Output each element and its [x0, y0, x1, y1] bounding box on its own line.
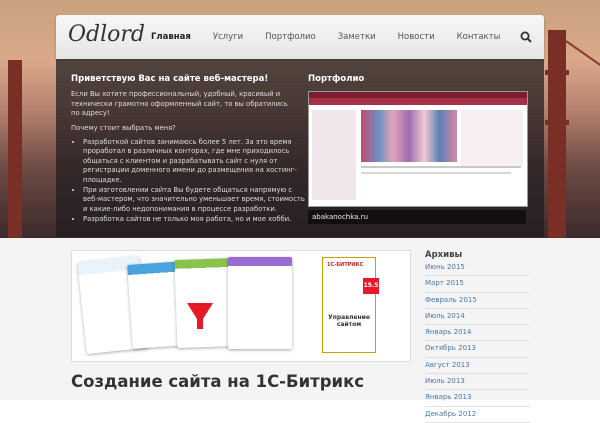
main-menu: Главная Услуги Портфолио Заметки Новости…	[140, 15, 511, 59]
bridge-tower-right	[548, 30, 566, 238]
archive-link[interactable]: Июль 2014	[425, 309, 530, 326]
screenshot-nav	[309, 98, 527, 105]
welcome-intro: Если Вы хотите профессиональный, удобный…	[71, 90, 288, 118]
menu-item-contacts[interactable]: Контакты	[446, 15, 512, 59]
archive-link[interactable]: Март 2015	[425, 276, 530, 293]
archive-link[interactable]: Июнь 2015	[425, 260, 530, 277]
portfolio-heading: Портфолио	[308, 74, 365, 84]
bridge-crossbar	[545, 120, 569, 125]
menu-item-home[interactable]: Главная	[140, 15, 202, 59]
archive-link[interactable]: Январь 2014	[425, 325, 530, 342]
funnel-chart-icon	[187, 303, 213, 329]
dashboard-card	[228, 257, 292, 349]
screenshot-sidebar	[312, 110, 356, 200]
archive-link[interactable]: Январь 2013	[425, 390, 530, 407]
archives-heading: Архивы	[425, 250, 463, 260]
list-item: При изготовлении сайта Вы будете общатьс…	[83, 186, 305, 214]
menu-item-services[interactable]: Услуги	[202, 15, 254, 59]
screenshot-clothes-image	[361, 110, 457, 162]
menu-item-notes[interactable]: Заметки	[327, 15, 387, 59]
archive-link[interactable]: Октябрь 2013	[425, 341, 530, 358]
bridge-tower-left	[8, 60, 22, 238]
bridge-cable	[565, 40, 600, 77]
product-box-front: 1С-БИТРИКС Управление сайтом	[323, 258, 375, 352]
welcome-heading: Приветствую Вас на сайте веб-мастера!	[71, 74, 269, 84]
archives-list: Июнь 2015 Март 2015 Февраль 2015 Июль 20…	[425, 260, 530, 423]
product-title: Управление сайтом	[328, 314, 370, 328]
screenshot-text-line	[361, 172, 511, 174]
search-icon[interactable]	[520, 31, 532, 43]
menu-item-portfolio[interactable]: Портфолио	[254, 15, 327, 59]
list-item: Разработка сайтов не только моя работа, …	[83, 215, 305, 224]
version-badge: 15.5	[363, 278, 379, 294]
archive-link[interactable]: Июль 2013	[425, 374, 530, 391]
archive-link[interactable]: Февраль 2015	[425, 293, 530, 309]
archive-link[interactable]: Декабрь 2012	[425, 407, 530, 423]
portfolio-caption[interactable]: abakanochka.ru	[308, 210, 526, 224]
welcome-panel: Приветствую Вас на сайте веб-мастера! Ес…	[56, 59, 544, 237]
advantages-list: Разработкой сайтов занимаюсь более 5 лет…	[71, 138, 305, 226]
menu-item-news[interactable]: Новости	[387, 15, 446, 59]
top-navigation: Odlord Главная Услуги Портфолио Заметки …	[56, 15, 544, 59]
featured-image[interactable]: 1С-БИТРИКС Управление сайтом 15.5	[71, 250, 411, 362]
post-title[interactable]: Создание сайта на 1С-Битрикс	[71, 372, 364, 391]
product-brand: 1С-БИТРИКС	[327, 262, 364, 268]
why-me-text: Почему стоит выбрать меня?	[71, 124, 176, 132]
product-box: 1С-БИТРИКС Управление сайтом 15.5	[322, 257, 379, 353]
screenshot-text-line	[361, 166, 521, 168]
list-item: Разработкой сайтов занимаюсь более 5 лет…	[83, 138, 305, 185]
archive-link[interactable]: Август 2013	[425, 358, 530, 375]
screenshot-right-column	[461, 110, 523, 166]
site-logo[interactable]: Odlord	[68, 22, 145, 47]
bridge-crossbar	[545, 70, 569, 75]
portfolio-screenshot[interactable]	[308, 91, 528, 207]
